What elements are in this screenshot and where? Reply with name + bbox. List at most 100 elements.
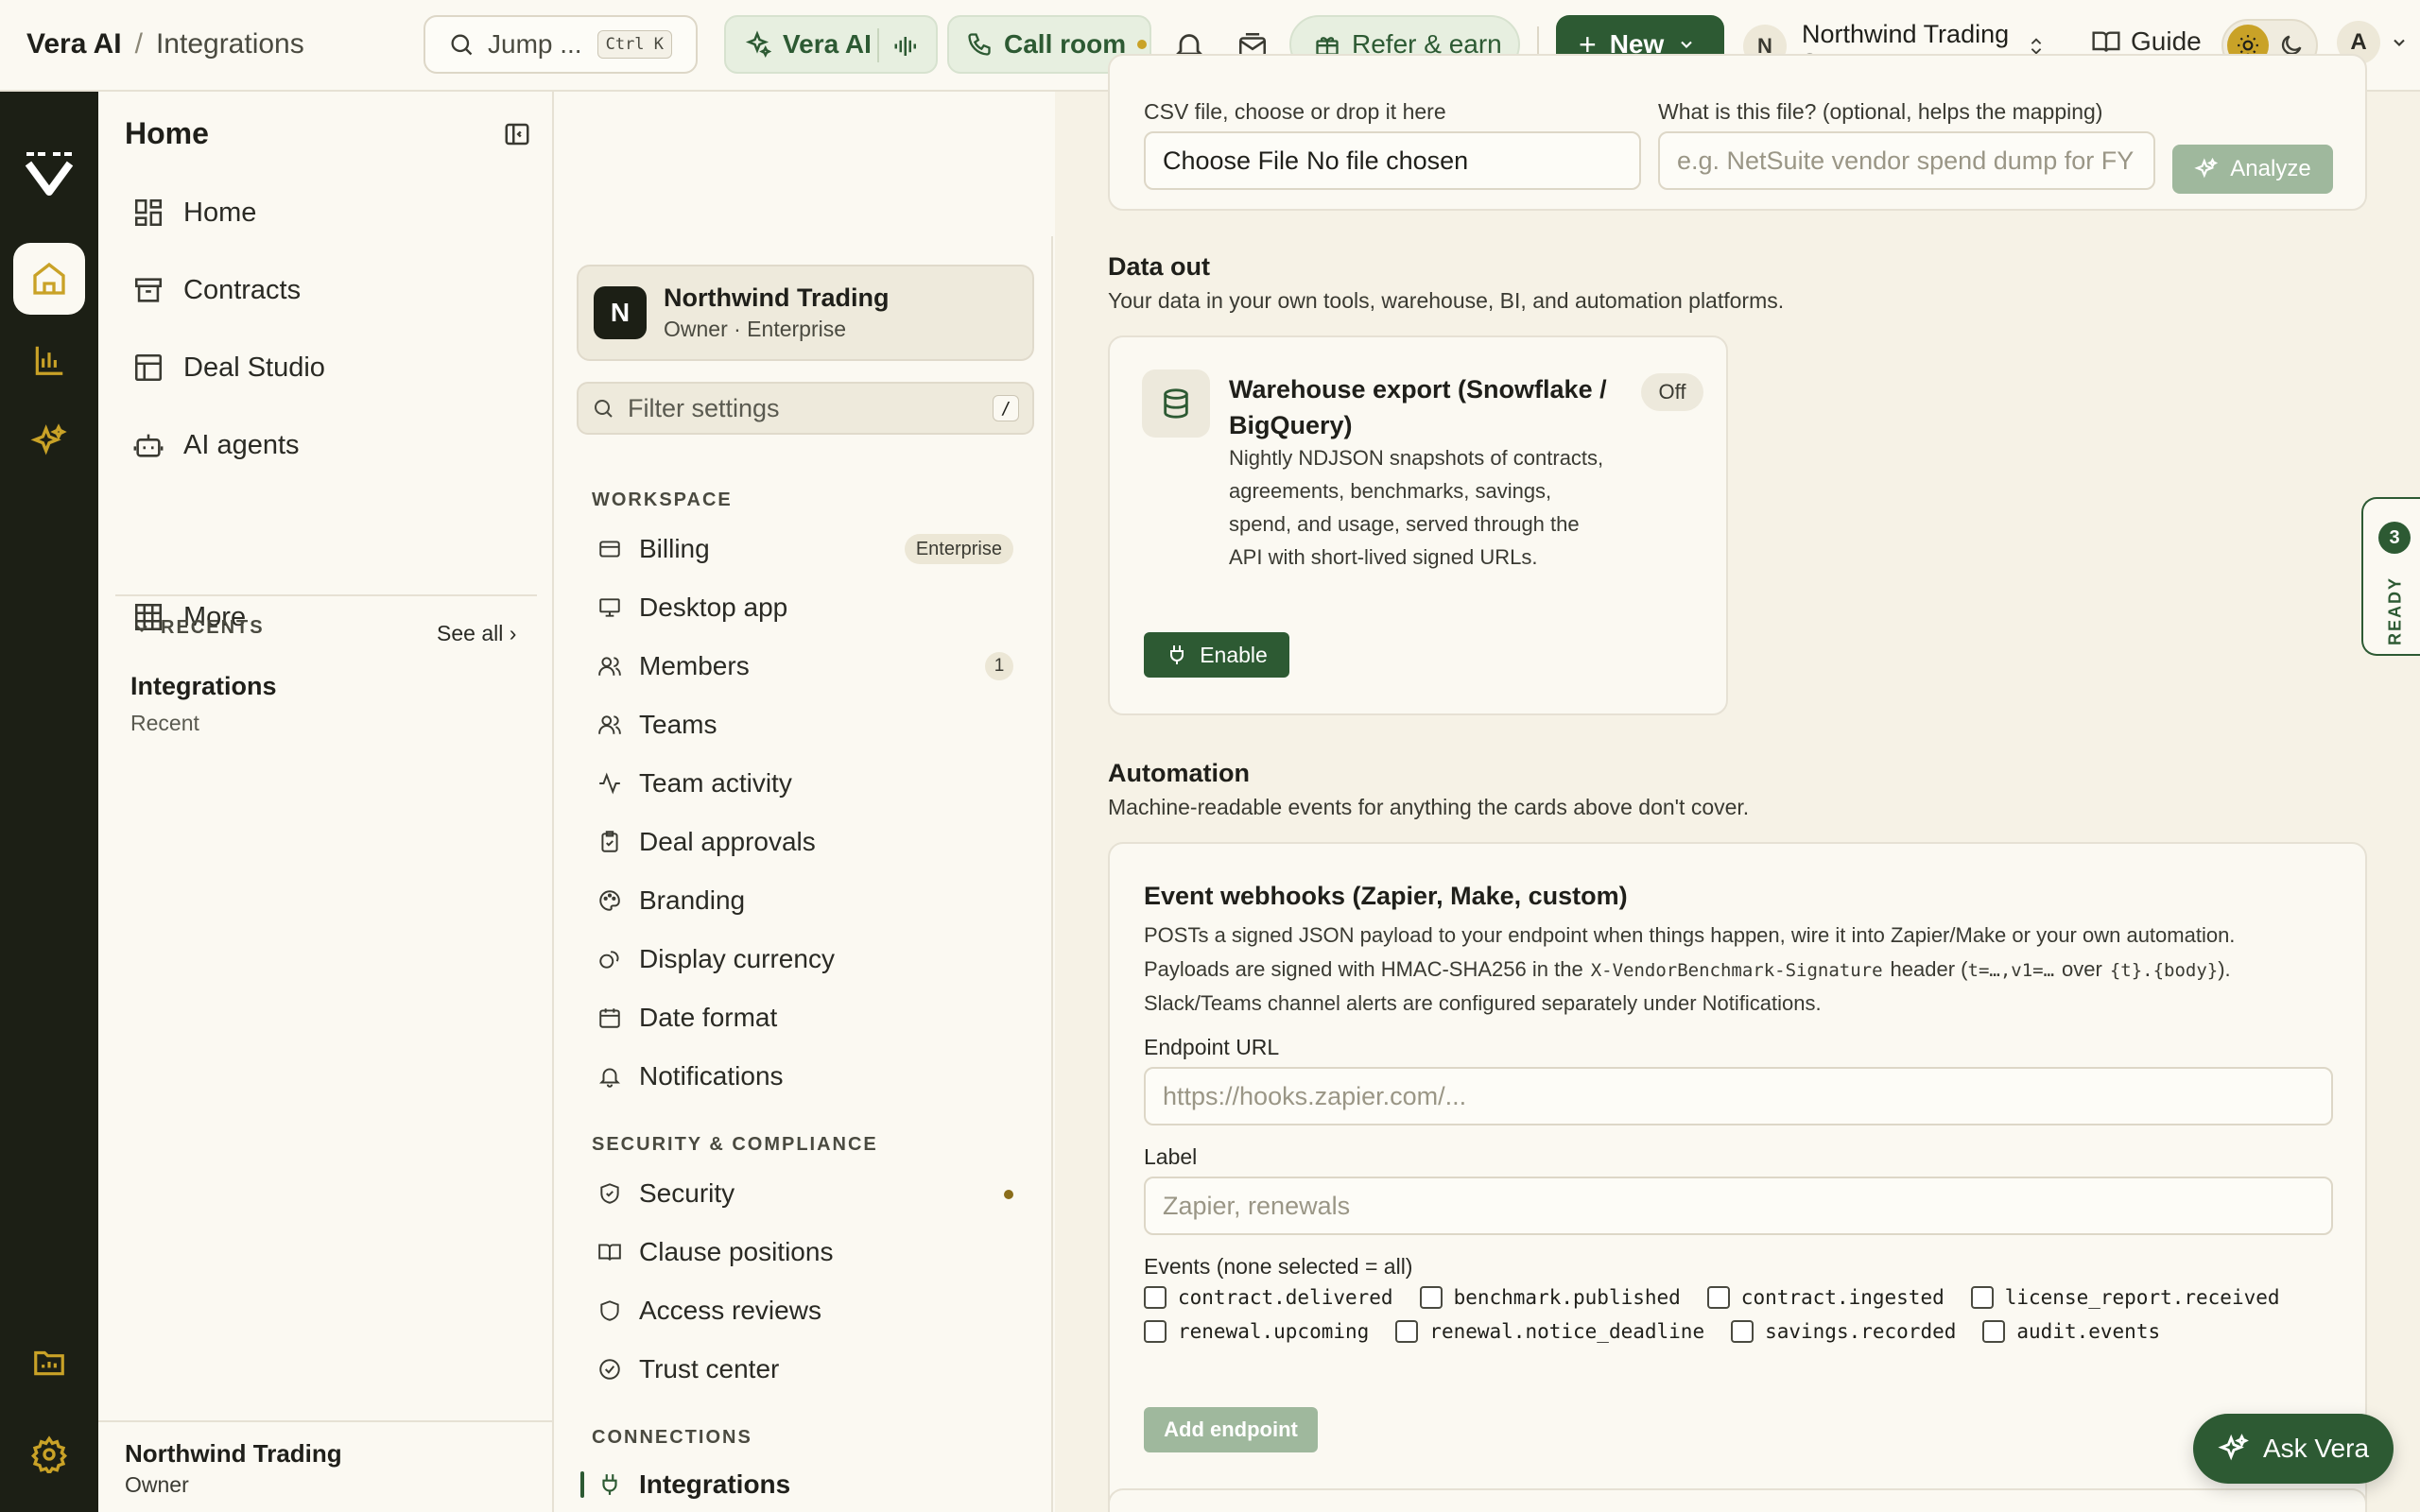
choose-file-button[interactable]: Choose File [1163,146,1299,176]
analyze-button[interactable]: Analyze [2172,145,2333,194]
webhooks-card: Event webhooks (Zapier, Make, custom) PO… [1108,842,2367,1512]
event-checkbox[interactable]: renewal.upcoming [1144,1320,1369,1343]
users-icon [597,654,639,679]
breadcrumb-app[interactable]: Vera AI [26,28,122,60]
sidebar-item-contracts[interactable]: Contracts [132,262,301,318]
file-chooser[interactable]: Choose File No file chosen [1144,131,1641,190]
settings-item-clause-positions[interactable]: Clause positions [597,1227,1013,1278]
breadcrumb: Vera AI / Integrations [26,28,304,60]
signature-format-code: t=…,v1=… [1967,960,2055,981]
settings-item-branding[interactable]: Branding [597,875,1013,926]
events-row-1: contract.delivered benchmark.published c… [1144,1286,2307,1309]
event-checkbox[interactable]: benchmark.published [1419,1286,1681,1309]
checkbox[interactable] [1144,1286,1167,1309]
ready-tab[interactable]: 3 READY [2361,497,2420,656]
rail-ai[interactable] [13,405,85,477]
webhooks-desc-line3: Slack/Teams channel alerts are configure… [1144,991,1822,1015]
bot-icon [132,429,183,461]
settings-item-team-activity[interactable]: Team activity [597,758,1013,809]
settings-item-trust-center[interactable]: Trust center [597,1344,1013,1395]
event-checkbox[interactable]: contract.ingested [1706,1286,1945,1309]
ask-vera-button[interactable]: Ask Vera [2193,1414,2394,1484]
sidebar-footer-org[interactable]: Northwind Trading Owner [125,1439,342,1498]
settings-item-deal-approvals[interactable]: Deal approvals [597,816,1013,868]
rail-folders[interactable] [13,1326,85,1398]
event-checkbox[interactable]: contract.delivered [1144,1286,1393,1309]
jump-search[interactable]: Jump ... Ctrl K [424,15,698,74]
file-status: No file chosen [1306,146,1469,175]
checkbox[interactable] [1982,1320,2006,1343]
event-label: benchmark.published [1453,1286,1681,1309]
vera-ai-button[interactable]: Vera AI [724,15,938,74]
recent-item-sub: Recent [130,711,199,735]
data-out-subtitle: Your data in your own tools, warehouse, … [1108,288,1785,313]
settings-item-security[interactable]: Security [597,1168,1013,1219]
event-checkbox[interactable]: renewal.notice_deadline [1395,1320,1704,1343]
event-label: license_report.received [2004,1286,2280,1309]
settings-item-display-currency[interactable]: Display currency [597,934,1013,985]
recents-toggle[interactable]: RECENTS [132,617,265,639]
event-checkbox[interactable]: savings.recorded [1731,1320,1956,1343]
sidebar-item-deal-studio[interactable]: Deal Studio [132,339,325,396]
settings-item-label: Team activity [639,768,792,798]
settings-item-members[interactable]: Members 1 [597,641,1013,692]
checkbox[interactable] [1970,1286,1994,1309]
status-dot [1137,40,1148,49]
checkbox[interactable] [1706,1286,1730,1309]
filter-settings-input[interactable]: Filter settings / [577,382,1034,435]
rail-home[interactable] [13,243,85,315]
settings-item-access-reviews[interactable]: Access reviews [597,1285,1013,1336]
settings-item-integrations[interactable]: Integrations [597,1459,1013,1510]
active-indicator [580,1471,584,1498]
filter-shortcut: / [993,395,1019,421]
breadcrumb-page: Integrations [155,28,304,60]
shield-check-icon [597,1298,639,1323]
settings-item-label: Deal approvals [639,827,816,856]
checkbox[interactable] [1731,1320,1754,1343]
checkbox[interactable] [1395,1320,1419,1343]
voice-wave-icon[interactable] [892,32,921,60]
settings-item-label: Trust center [639,1354,780,1383]
calendar-icon [597,1005,639,1030]
settings-item-teams[interactable]: Teams [597,699,1013,750]
endpoint-url-input[interactable]: https://hooks.zapier.com/... [1144,1067,2333,1125]
sidebar-item-home[interactable]: Home [132,184,256,241]
add-endpoint-button[interactable]: Add endpoint [1144,1407,1318,1452]
rail-analytics[interactable] [13,324,85,396]
settings-org-name: Northwind Trading [664,284,890,312]
vera-logo-icon[interactable] [21,145,78,201]
coins-icon [597,947,639,971]
rail-settings[interactable] [13,1418,85,1490]
label-field-label: Label [1144,1144,1198,1169]
search-icon [448,31,475,58]
warehouse-export-card: Warehouse export (Snowflake / BigQuery) … [1108,335,1728,715]
events-row-2: renewal.upcoming renewal.notice_deadline… [1144,1320,2187,1343]
guide-link[interactable]: Guide [2091,26,2202,57]
see-all-link[interactable]: See all › [437,621,516,646]
vera-ai-label: Vera AI [783,29,872,59]
checkbox[interactable] [1144,1320,1167,1343]
settings-item-billing[interactable]: Billing Enterprise [597,524,1013,575]
event-label: savings.recorded [1765,1320,1957,1343]
automation-subtitle: Machine-readable events for anything the… [1108,795,1750,819]
enable-button[interactable]: Enable [1144,632,1289,678]
sidebar-item-label: Home [183,197,257,228]
gear-icon [30,1435,68,1473]
event-label: audit.events [2016,1320,2161,1343]
sidebar-item-label: AI agents [183,429,300,460]
what-file-input[interactable]: e.g. NetSuite vendor spend dump for FY [1658,131,2155,190]
label-input[interactable]: Zapier, renewals [1144,1177,2333,1235]
event-checkbox[interactable]: license_report.received [1970,1286,2280,1309]
settings-item-label: Clause positions [639,1237,834,1266]
recent-item[interactable]: Integrations Recent [130,672,277,736]
phone-icon [966,31,993,58]
checkbox[interactable] [1419,1286,1443,1309]
settings-item-notifications[interactable]: Notifications [597,1051,1013,1102]
signature-header-code: X-VendorBenchmark-Signature [1590,960,1883,981]
settings-item-date-format[interactable]: Date format [597,992,1013,1043]
sidebar-item-ai-agents[interactable]: AI agents [132,417,300,473]
event-checkbox[interactable]: audit.events [1982,1320,2160,1343]
settings-org-card[interactable]: N Northwind Trading Owner · Enterprise [577,265,1034,361]
collapse-sidebar-icon[interactable] [503,120,531,148]
settings-item-desktop-app[interactable]: Desktop app [597,582,1013,633]
